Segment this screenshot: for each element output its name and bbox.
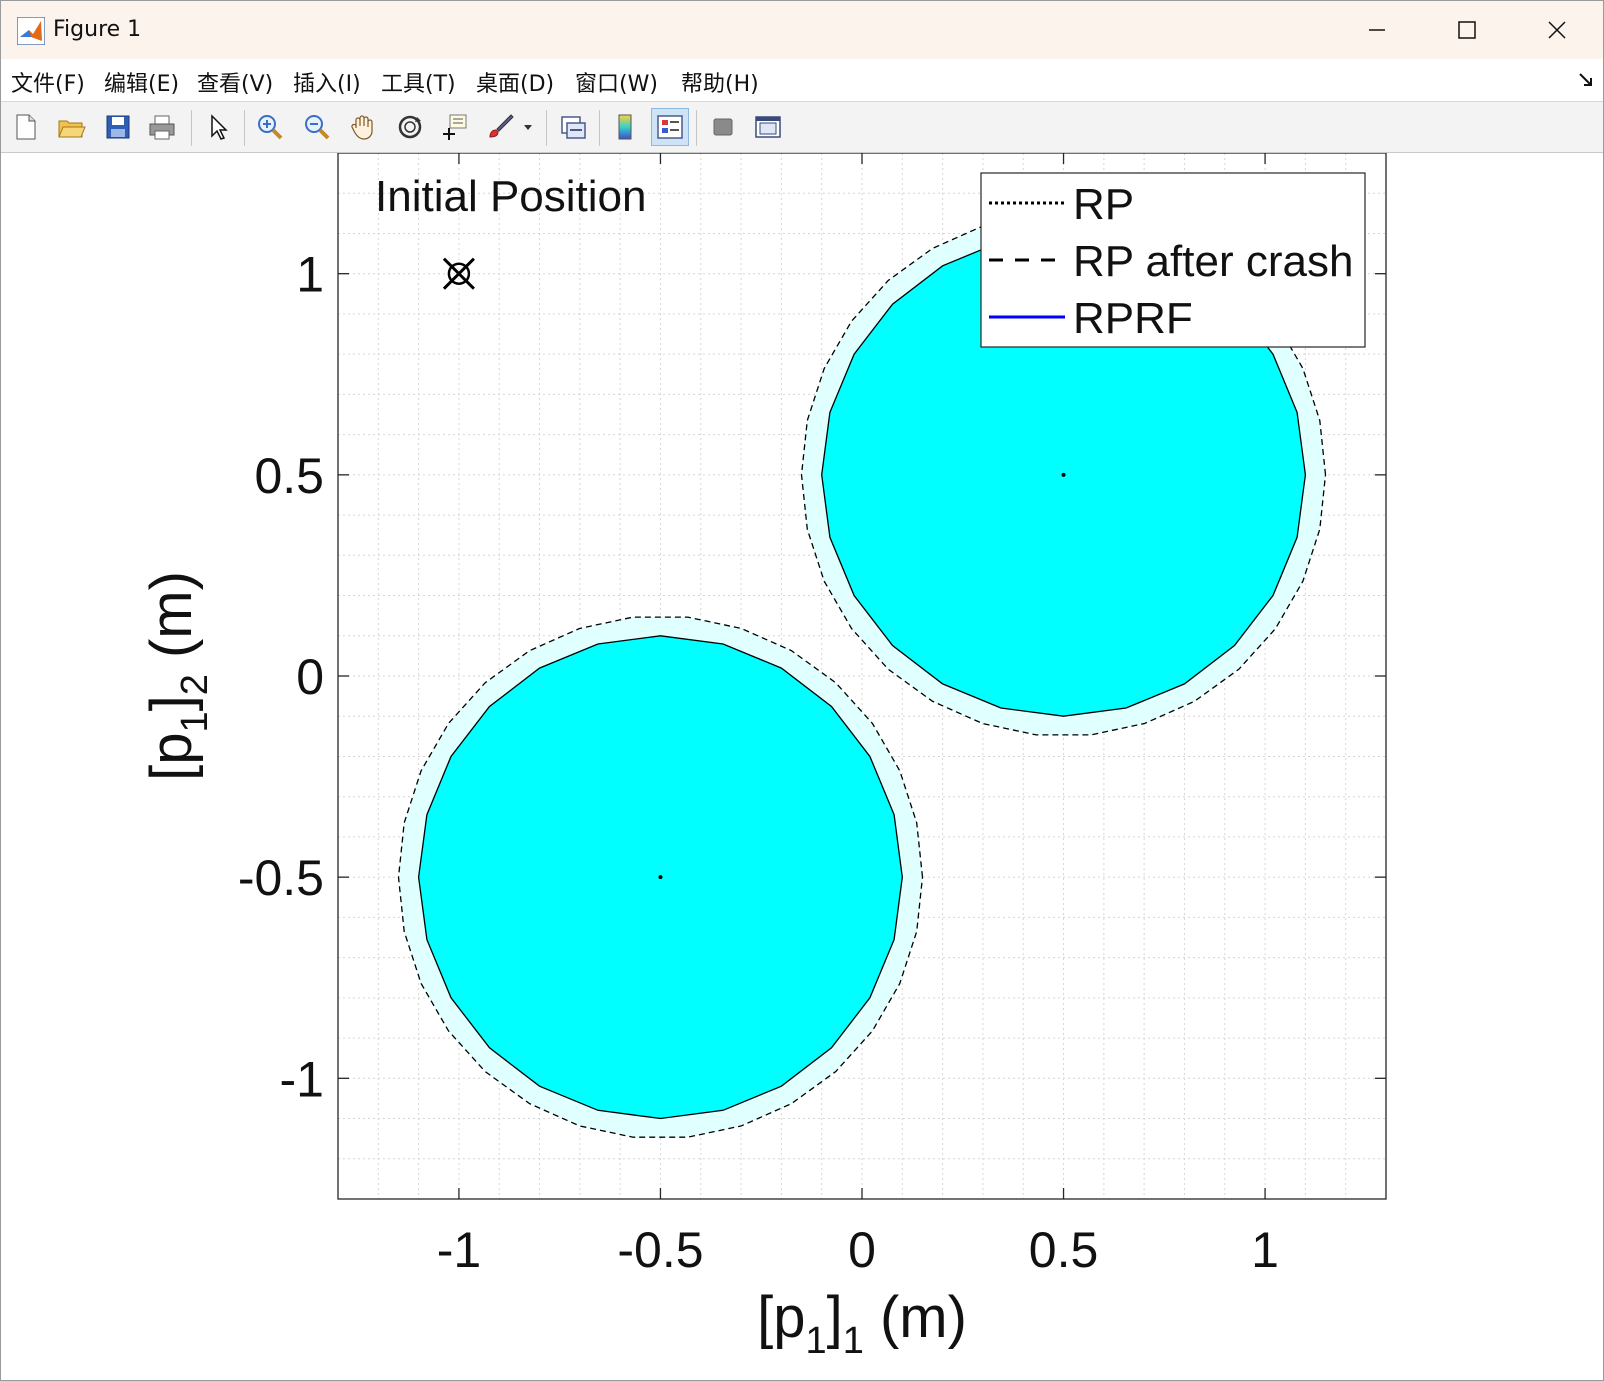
matlab-logo-icon — [17, 17, 45, 45]
menu-desktop[interactable]: 桌面(D) — [476, 66, 554, 98]
show-plot-tools-button[interactable] — [749, 108, 787, 146]
obstacle-center-point — [1061, 472, 1066, 477]
zoom-out-icon — [305, 115, 330, 140]
obstacle-center-point — [658, 875, 663, 880]
print-icon — [149, 115, 175, 140]
window-title: Figure 1 — [53, 17, 142, 42]
close-button[interactable] — [1511, 1, 1603, 59]
print-button[interactable] — [143, 108, 181, 146]
edit-plot-button[interactable] — [199, 108, 237, 146]
figure-canvas: -1 -0.5 0 0.5 1 -1 -0.5 0 0.5 1 Initial Position … — [1, 152, 1603, 1381]
menu-file[interactable]: 文件(F) — [11, 66, 85, 98]
menu-window[interactable]: 窗口(W) — [575, 66, 658, 98]
y-axis-label: [p1]2 (m) — [139, 571, 216, 781]
initial-position-label: Initial Position — [375, 172, 646, 221]
menu-bar: 文件(F) 编辑(E) 查看(V) 插入(I) 工具(T) 桌面(D) 窗口(W… — [1, 59, 1603, 102]
show-plot-tools-icon — [755, 116, 781, 138]
rotate-3d-button[interactable] — [391, 108, 429, 146]
dock-figure-icon[interactable] — [1577, 71, 1595, 89]
data-cursor-icon — [443, 114, 467, 140]
hide-plot-tools-button[interactable] — [704, 108, 742, 146]
colorbar-icon — [618, 114, 632, 140]
y-tick-label: 0 — [296, 649, 324, 705]
new-figure-icon — [16, 114, 36, 140]
brush-button[interactable] — [481, 108, 519, 146]
insert-legend-button[interactable] — [651, 108, 689, 146]
save-button[interactable] — [99, 108, 137, 146]
x-tick-label: 0.5 — [1029, 1222, 1099, 1278]
brush-dropdown[interactable] — [517, 108, 539, 146]
minimize-icon — [1369, 29, 1385, 31]
legend-label-rp: RP — [1073, 180, 1134, 229]
axes-plot[interactable]: -1 -0.5 0 0.5 1-1-0.500.51 Initial Position … — [1, 152, 1603, 1381]
close-icon — [1548, 21, 1566, 39]
pan-icon — [351, 115, 373, 140]
toolbar-separator — [696, 110, 697, 146]
rotate-3d-icon — [398, 115, 422, 139]
y-tick-label: 0.5 — [254, 448, 324, 504]
save-icon — [106, 115, 130, 139]
pan-button[interactable] — [344, 108, 382, 146]
y-tick-label: -0.5 — [238, 850, 324, 906]
title-bar: Figure 1 — [1, 1, 1603, 59]
brush-icon — [489, 114, 514, 138]
toolbar-separator — [599, 110, 600, 146]
zoom-out-button[interactable] — [298, 108, 336, 146]
hide-plot-tools-icon — [713, 118, 733, 136]
maximize-icon — [1458, 21, 1476, 39]
legend[interactable]: RP RP after crash RPRF — [980, 172, 1366, 348]
toolbar-separator — [244, 110, 245, 146]
data-cursor-button[interactable] — [436, 108, 474, 146]
menu-tools[interactable]: 工具(T) — [381, 66, 456, 98]
link-plot-icon — [561, 116, 586, 139]
x-tick-label: 1 — [1251, 1222, 1279, 1278]
pointer-icon — [211, 114, 228, 140]
x-axis-label: [p1]1 (m) — [757, 1285, 967, 1362]
menu-insert[interactable]: 插入(I) — [293, 66, 361, 98]
maximize-button[interactable] — [1421, 1, 1513, 59]
menu-edit[interactable]: 编辑(E) — [104, 66, 179, 98]
toolbar-separator — [546, 110, 547, 146]
y-tick-label: -1 — [280, 1051, 324, 1107]
zoom-in-button[interactable] — [251, 108, 289, 146]
new-figure-button[interactable] — [7, 108, 45, 146]
open-file-icon — [58, 120, 86, 138]
y-tick-label: 1 — [296, 247, 324, 303]
figure-toolbar — [1, 102, 1603, 153]
link-plot-button[interactable] — [554, 108, 592, 146]
open-file-button[interactable] — [52, 108, 90, 146]
legend-icon — [657, 115, 683, 139]
initial-position-marker — [442, 257, 475, 290]
insert-colorbar-button[interactable] — [606, 108, 644, 146]
x-tick-label: -0.5 — [617, 1222, 703, 1278]
legend-label-rprf: RPRF — [1073, 294, 1193, 343]
zoom-in-icon — [258, 115, 283, 140]
legend-label-rp-after-crash: RP after crash — [1073, 237, 1353, 286]
toolbar-separator — [191, 110, 192, 146]
figure-window: Figure 1 文件(F) 编辑(E) 查看(V) 插入(I) 工具(T) 桌… — [0, 0, 1604, 1381]
menu-view[interactable]: 查看(V) — [197, 66, 273, 98]
x-tick-label: -1 — [437, 1222, 481, 1278]
x-tick-label: 0 — [848, 1222, 876, 1278]
minimize-button[interactable] — [1331, 1, 1423, 59]
menu-help[interactable]: 帮助(H) — [681, 66, 759, 98]
chevron-down-icon — [524, 125, 532, 130]
